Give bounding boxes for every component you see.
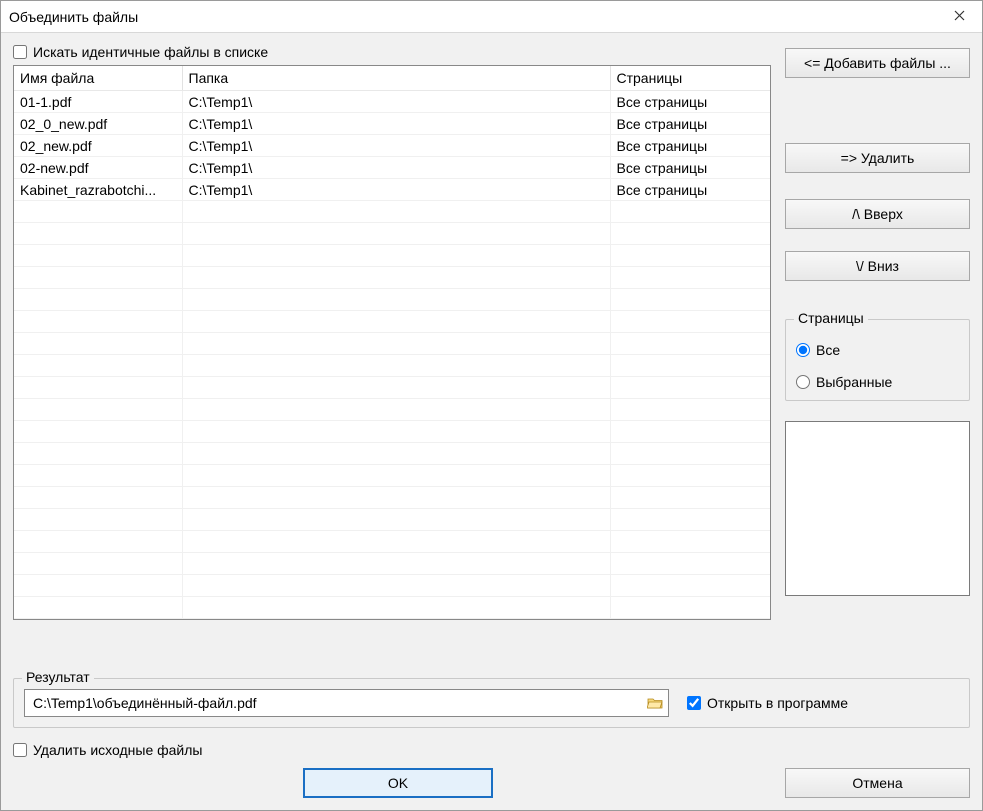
cell-pages: Все страницы [610,113,770,135]
empty-row [14,201,770,223]
empty-row [14,355,770,377]
titlebar: Объединить файлы [1,1,982,33]
move-down-button[interactable]: \/ Вниз [785,251,970,281]
empty-row [14,377,770,399]
cell-folder: C:\Temp1\ [182,179,610,201]
top-row: Искать идентичные файлы в списке Имя фай… [13,43,970,668]
cell-folder: C:\Temp1\ [182,91,610,113]
delete-source-label: Удалить исходные файлы [33,742,202,758]
empty-row [14,553,770,575]
pages-radio-selected-label: Выбранные [816,374,892,390]
cell-name: 01-1.pdf [14,91,182,113]
table-row[interactable]: 02_0_new.pdfC:\Temp1\Все страницы [14,113,770,135]
empty-row [14,487,770,509]
remove-button[interactable]: => Удалить [785,143,970,173]
dialog-window: Объединить файлы Искать идентичные файлы… [0,0,983,811]
cell-pages: Все страницы [610,157,770,179]
pages-group: Страницы Все Выбранные [785,319,970,401]
cell-folder: C:\Temp1\ [182,135,610,157]
cell-folder: C:\Temp1\ [182,113,610,135]
cell-name: 02_0_new.pdf [14,113,182,135]
client-area: Искать идентичные файлы в списке Имя фай… [1,33,982,810]
cell-name: Kabinet_razrabotchi... [14,179,182,201]
col-header-pages[interactable]: Страницы [610,66,770,91]
empty-row [14,267,770,289]
pages-group-title: Страницы [794,310,868,326]
table-row[interactable]: 01-1.pdfC:\Temp1\Все страницы [14,91,770,113]
open-in-program-label: Открыть в программе [707,695,848,711]
cell-pages: Все страницы [610,179,770,201]
table-row[interactable]: 02-new.pdfC:\Temp1\Все страницы [14,157,770,179]
table-header-row: Имя файла Папка Страницы [14,66,770,91]
empty-row [14,311,770,333]
right-column: <= Добавить файлы ... => Удалить /\ Ввер… [785,43,970,596]
move-up-button[interactable]: /\ Вверх [785,199,970,229]
cell-folder: C:\Temp1\ [182,157,610,179]
preview-box [785,421,970,596]
pages-radio-all-label: Все [816,342,840,358]
empty-row [14,465,770,487]
table-body: 01-1.pdfC:\Temp1\Все страницы02_0_new.pd… [14,91,770,619]
result-row: Открыть в программе [24,689,959,717]
search-identical-checkbox[interactable] [13,45,27,59]
empty-row [14,575,770,597]
open-in-program-check[interactable]: Открыть в программе [687,694,848,712]
empty-row [14,597,770,619]
close-button[interactable] [936,2,982,32]
search-identical-label: Искать идентичные файлы в списке [33,44,268,60]
cell-pages: Все страницы [610,91,770,113]
result-path-input[interactable] [31,694,646,712]
close-icon [954,8,965,25]
table-row[interactable]: Kabinet_razrabotchi...C:\Temp1\Все стран… [14,179,770,201]
col-header-folder[interactable]: Папка [182,66,610,91]
pages-radio-selected[interactable]: Выбранные [796,374,959,390]
empty-row [14,289,770,311]
result-group-title: Результат [22,669,94,685]
file-table: Имя файла Папка Страницы 01-1.pdfC:\Temp… [14,66,770,619]
browse-icon[interactable] [646,694,664,712]
empty-row [14,443,770,465]
pages-radio-selected-input[interactable] [796,375,810,389]
open-in-program-checkbox[interactable] [687,696,701,710]
bottom-buttons: OK Отмена [13,768,970,800]
cancel-button[interactable]: Отмена [785,768,970,798]
empty-row [14,509,770,531]
empty-row [14,333,770,355]
pages-radio-all-input[interactable] [796,343,810,357]
result-path-field-wrap [24,689,669,717]
search-identical-check[interactable]: Искать идентичные файлы в списке [13,43,771,61]
empty-row [14,245,770,267]
left-column: Искать идентичные файлы в списке Имя фай… [13,43,771,620]
empty-row [14,531,770,553]
cell-pages: Все страницы [610,135,770,157]
empty-row [14,223,770,245]
file-list[interactable]: Имя файла Папка Страницы 01-1.pdfC:\Temp… [13,65,771,620]
result-group: Результат Открыть в программе [13,678,970,728]
delete-source-checkbox[interactable] [13,743,27,757]
cell-name: 02-new.pdf [14,157,182,179]
empty-row [14,399,770,421]
ok-button[interactable]: OK [303,768,493,798]
col-header-name[interactable]: Имя файла [14,66,182,91]
empty-row [14,421,770,443]
cell-name: 02_new.pdf [14,135,182,157]
add-files-button[interactable]: <= Добавить файлы ... [785,48,970,78]
table-row[interactable]: 02_new.pdfC:\Temp1\Все страницы [14,135,770,157]
pages-radio-all[interactable]: Все [796,342,959,358]
window-title: Объединить файлы [9,9,138,25]
delete-source-check[interactable]: Удалить исходные файлы [13,742,970,758]
